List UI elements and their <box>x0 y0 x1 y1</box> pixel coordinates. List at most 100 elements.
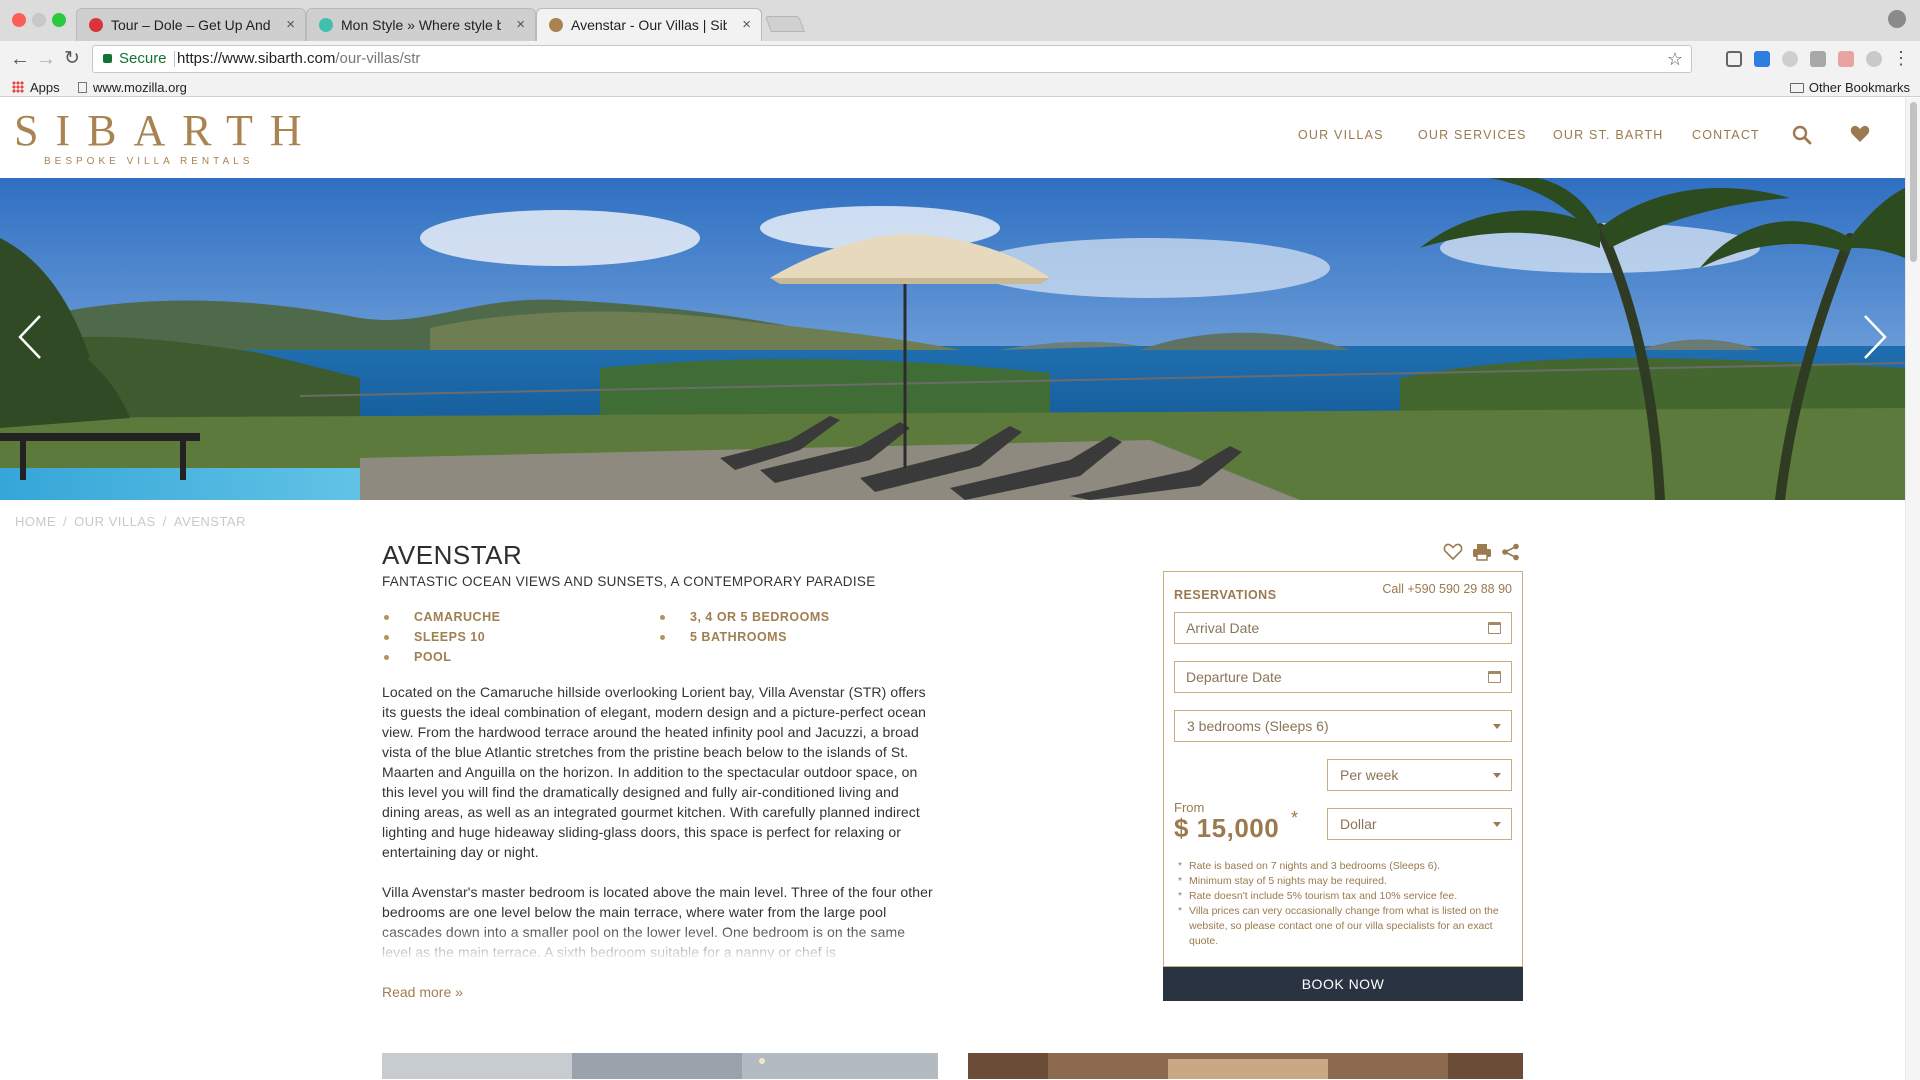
breadcrumb: HOME / OUR VILLAS / AVENSTAR <box>15 514 246 529</box>
villa-description-paragraph: Located on the Camaruche hillside overlo… <box>382 684 927 860</box>
browser-menu-icon[interactable]: ⋮ <box>1892 49 1910 67</box>
page-icon <box>78 82 87 93</box>
url-host: https://www.sibarth.com <box>177 50 336 67</box>
rate-period-select[interactable]: Per week <box>1327 759 1512 791</box>
page-viewport: SIBARTH BESPOKE VILLA RENTALS OUR VILLAS… <box>0 98 1905 1080</box>
nav-our-services[interactable]: OUR SERVICES <box>1418 128 1527 142</box>
logo-tagline: BESPOKE VILLA RENTALS <box>44 156 254 167</box>
sibarth-logo[interactable]: SIBARTH BESPOKE VILLA RENTALS <box>14 106 319 168</box>
bookmark-mozilla[interactable]: www.mozilla.org <box>78 80 187 95</box>
reservation-title: RESERVATIONS <box>1174 588 1277 602</box>
bullet <box>660 635 665 640</box>
gallery-thumbnail[interactable] <box>382 1053 938 1079</box>
window-close-button[interactable] <box>12 13 26 27</box>
arrival-date-field[interactable]: Arrival Date <box>1174 612 1512 644</box>
feature-text: 3, 4 OR 5 BEDROOMS <box>690 610 830 624</box>
read-more-link[interactable]: Read more » <box>382 984 463 1000</box>
share-icon[interactable] <box>1501 543 1521 566</box>
secure-label: Secure <box>119 50 167 67</box>
feature-pool: POOL <box>384 650 452 664</box>
feature-text: SLEEPS 10 <box>414 630 486 644</box>
folder-icon <box>1789 83 1804 93</box>
bookmark-label: Apps <box>30 80 60 95</box>
scrollbar-thumb[interactable] <box>1910 102 1917 262</box>
extension-icon[interactable] <box>1726 51 1742 67</box>
feature-bedrooms: 3, 4 OR 5 BEDROOMS <box>660 610 830 624</box>
nav-contact[interactable]: CONTACT <box>1692 128 1760 142</box>
browser-tab[interactable]: Tour – Dole – Get Up And Grow × <box>76 8 306 41</box>
new-tab-button[interactable] <box>765 16 805 32</box>
extension-icon[interactable] <box>1782 51 1798 67</box>
bullet <box>384 635 389 640</box>
window-minimize-button[interactable] <box>32 13 46 27</box>
bookmark-star-icon[interactable]: ☆ <box>1667 46 1683 72</box>
bookmark-label: www.mozilla.org <box>93 80 187 95</box>
browser-tab[interactable]: Mon Style » Where style beco × <box>306 8 536 41</box>
tab-close-icon[interactable]: × <box>516 9 525 41</box>
description-fade <box>382 924 938 962</box>
tab-title: Tour – Dole – Get Up And Grow <box>111 17 271 33</box>
rate-note: Minimum stay of 5 nights may be required… <box>1178 874 1518 889</box>
currency-select[interactable]: Dollar <box>1327 808 1512 840</box>
book-now-button[interactable]: BOOK NOW <box>1163 967 1523 1001</box>
bookmarks-bar: Apps www.mozilla.org Other Bookmarks <box>0 79 1920 97</box>
site-header: SIBARTH BESPOKE VILLA RENTALS OUR VILLAS… <box>0 98 1905 178</box>
extension-icon[interactable] <box>1810 51 1826 67</box>
price-asterisk: * <box>1291 808 1299 828</box>
calendar-icon <box>1488 622 1501 634</box>
nav-our-st-barth[interactable]: OUR ST. BARTH <box>1553 128 1664 142</box>
browser-toolbar: ← → ↻ Secure https://www.sibarth.com/our… <box>0 41 1920 79</box>
chevron-right-icon[interactable] <box>1861 312 1891 362</box>
forward-arrow-icon[interactable]: → <box>36 48 56 70</box>
chevron-down-icon <box>1493 773 1501 778</box>
currency-selected-value: Dollar <box>1340 816 1377 832</box>
lock-icon <box>103 54 112 63</box>
arrival-date-placeholder: Arrival Date <box>1186 620 1260 636</box>
bedrooms-selected-value: 3 bedrooms (Sleeps 6) <box>1187 718 1329 734</box>
bullet <box>384 615 389 620</box>
logo-wordmark: SIBARTH <box>14 106 319 155</box>
extension-icon[interactable] <box>1838 51 1854 67</box>
window-zoom-button[interactable] <box>52 13 66 27</box>
breadcrumb-home[interactable]: HOME <box>15 514 56 529</box>
hero-image-slider[interactable] <box>0 178 1905 500</box>
bullet <box>384 655 389 660</box>
reload-icon[interactable]: ↻ <box>64 48 80 70</box>
browser-tab-active[interactable]: Avenstar - Our Villas | Sibarth × <box>536 8 762 42</box>
villa-pool-ocean-photo <box>0 178 1905 500</box>
departure-date-field[interactable]: Departure Date <box>1174 661 1512 693</box>
rate-note: Rate is based on 7 nights and 3 bedrooms… <box>1178 859 1518 874</box>
chevron-left-icon[interactable] <box>14 312 44 362</box>
bedrooms-select[interactable]: 3 bedrooms (Sleeps 6) <box>1174 710 1512 742</box>
heart-icon[interactable] <box>1850 125 1870 148</box>
heart-icon[interactable] <box>1443 543 1463 566</box>
feature-text: POOL <box>414 650 452 664</box>
back-arrow-icon[interactable]: ← <box>10 48 30 70</box>
address-bar[interactable]: Secure https://www.sibarth.com/our-villa… <box>92 45 1692 73</box>
print-icon[interactable] <box>1472 543 1492 566</box>
other-bookmarks[interactable]: Other Bookmarks <box>1789 80 1910 95</box>
breadcrumb-separator: / <box>63 514 68 529</box>
chevron-down-icon <box>1493 724 1501 729</box>
browser-tab-bar: Tour – Dole – Get Up And Grow × Mon Styl… <box>0 0 1920 42</box>
tab-close-icon[interactable]: × <box>286 9 295 41</box>
breadcrumb-separator: / <box>162 514 167 529</box>
reservation-phone[interactable]: Call +590 590 29 88 90 <box>1382 582 1512 596</box>
profile-icon[interactable] <box>1888 10 1906 28</box>
url-path: /our-villas/str <box>335 50 421 67</box>
gallery-thumbnail[interactable] <box>968 1053 1523 1079</box>
nav-our-villas[interactable]: OUR VILLAS <box>1298 128 1384 142</box>
departure-date-placeholder: Departure Date <box>1186 669 1282 685</box>
period-selected-value: Per week <box>1340 767 1399 783</box>
extension-icon[interactable] <box>1754 51 1770 67</box>
extension-icon[interactable] <box>1866 51 1882 67</box>
page-scrollbar[interactable] <box>1905 98 1920 1080</box>
breadcrumb-our-villas[interactable]: OUR VILLAS <box>74 514 156 529</box>
feature-location: CAMARUCHE <box>384 610 500 624</box>
villa-subtitle: FANTASTIC OCEAN VIEWS AND SUNSETS, A CON… <box>382 574 876 589</box>
feature-bathrooms: 5 BATHROOMS <box>660 630 787 644</box>
search-icon[interactable] <box>1792 125 1812 150</box>
tab-close-icon[interactable]: × <box>742 9 751 41</box>
rate-notes: Rate is based on 7 nights and 3 bedrooms… <box>1178 859 1518 949</box>
bookmark-apps[interactable]: Apps <box>12 80 60 95</box>
